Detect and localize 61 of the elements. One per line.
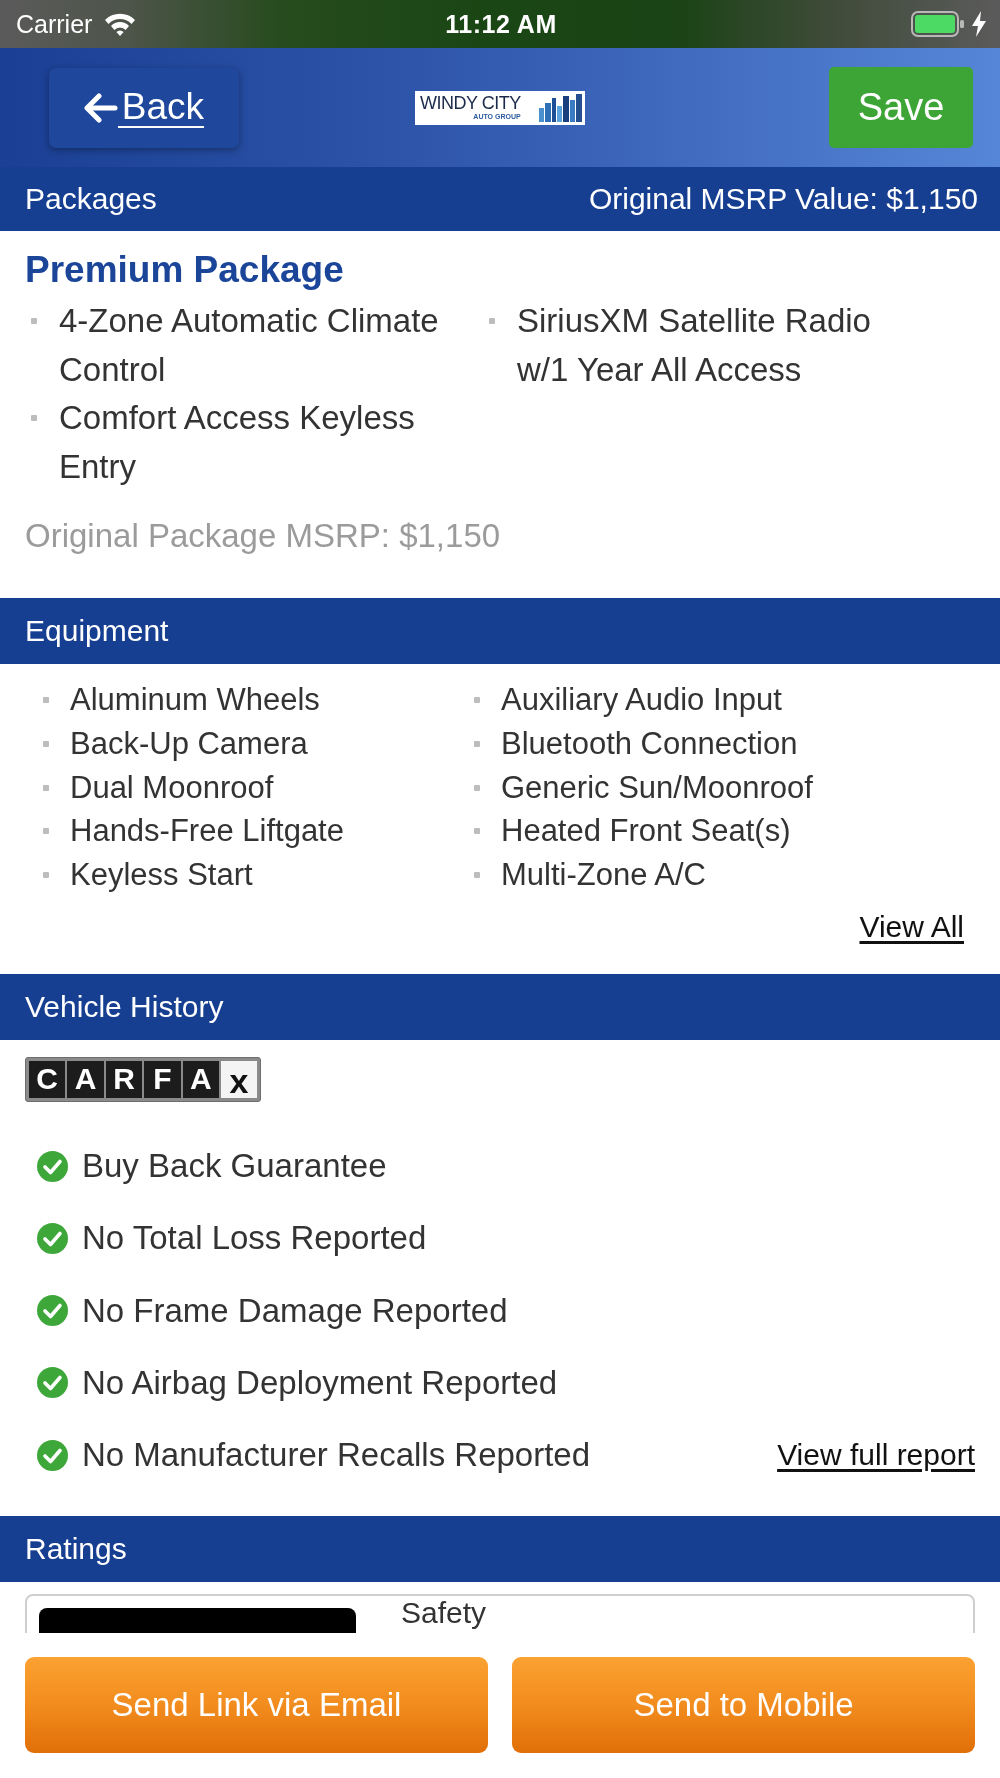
section-title: Vehicle History: [25, 988, 224, 1025]
logo-letter-tile: x: [221, 1060, 258, 1098]
equipment-item: Aluminum Wheels: [70, 681, 320, 720]
battery-icon: [911, 11, 965, 37]
equipment-item: Generic Sun/Moonroof: [501, 768, 813, 807]
equipment-item: Back-Up Camera: [70, 725, 308, 764]
package-feature: SiriusXM Satellite Radio w/1 Year All Access: [517, 301, 872, 390]
package-feature: Comfort Access Keyless Entry: [59, 398, 416, 487]
package-name: Premium Package: [25, 248, 345, 292]
bullet-icon: [474, 784, 480, 791]
package-msrp: Original Package MSRP: $1,150: [25, 516, 502, 557]
bullet-icon: [474, 872, 480, 879]
logo-letter-tile: A: [182, 1060, 220, 1098]
back-button[interactable]: Back: [49, 67, 239, 148]
status-time: 11:12 AM: [445, 9, 557, 39]
check-circle-icon: [37, 1367, 68, 1399]
logo-name: WINDY CITY: [420, 94, 521, 113]
bullet-icon: [43, 872, 49, 879]
arrow-left-icon: [83, 92, 118, 123]
check-circle-icon: [37, 1439, 68, 1471]
equipment-item: Hands-Free Liftgate: [70, 812, 344, 851]
check-circle-icon: [37, 1150, 68, 1182]
bullet-icon: [489, 318, 495, 324]
bullet-icon: [474, 697, 480, 704]
view-full-report-link[interactable]: View full report: [777, 1435, 975, 1476]
equipment-item: Multi-Zone A/C: [501, 856, 706, 895]
equipment-item: Dual Moonroof: [70, 768, 274, 807]
bullet-icon: [43, 828, 49, 835]
equipment-item: Keyless Start: [70, 856, 253, 895]
view-all-link[interactable]: View All: [859, 906, 964, 947]
equipment-item: Bluetooth Connection: [501, 725, 798, 764]
logo-letter-tile: R: [105, 1060, 143, 1098]
history-item: No Airbag Deployment Reported: [82, 1362, 559, 1403]
history-item: No Frame Damage Reported: [82, 1290, 509, 1331]
msrp-value: Original MSRP Value: $1,150: [588, 181, 978, 217]
wifi-icon: [104, 12, 137, 36]
bullet-icon: [31, 415, 37, 422]
logo-letter-tile: A: [67, 1060, 104, 1098]
charging-bolt-icon: [972, 11, 986, 37]
package-feature: 4-Zone Automatic Climate Control: [59, 301, 440, 390]
logo-letter-tile: C: [29, 1060, 66, 1098]
bullet-icon: [43, 741, 49, 748]
check-circle-icon: [37, 1222, 68, 1254]
history-item: Buy Back Guarantee: [82, 1146, 388, 1187]
section-title: Packages: [25, 181, 157, 217]
history-item: No Manufacturer Recalls Reported: [82, 1435, 592, 1476]
history-item: No Total Loss Reported: [82, 1218, 428, 1259]
bullet-icon: [43, 784, 49, 791]
rating-label: Safety: [401, 1598, 487, 1632]
section-title: Equipment: [25, 613, 169, 650]
section-title: Ratings: [25, 1531, 127, 1568]
equipment-item: Heated Front Seat(s): [501, 812, 791, 851]
skyline-icon: [539, 93, 582, 122]
check-circle-icon: [37, 1295, 68, 1327]
logo-letter-tile: F: [144, 1060, 181, 1098]
carrier-name: Carrier: [16, 9, 93, 39]
bullet-icon: [43, 697, 49, 704]
bullet-icon: [474, 828, 480, 835]
bullet-icon: [474, 741, 480, 748]
equipment-item: Auxiliary Audio Input: [501, 681, 782, 720]
bullet-icon: [31, 318, 37, 324]
